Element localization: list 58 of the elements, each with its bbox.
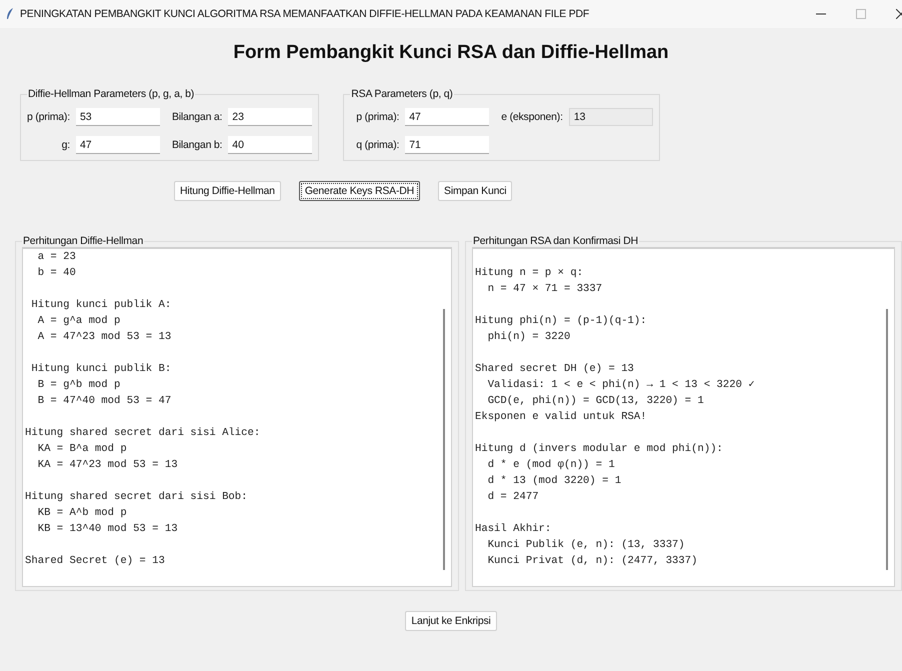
field-label: p (prima):: [355, 111, 400, 123]
output-line: Hitung shared secret dari sisi Alice:: [25, 426, 262, 441]
output-line: Hitung shared secret dari sisi Bob:: [25, 490, 249, 505]
input-field[interactable]: 47: [405, 108, 490, 126]
window-title: PENINGKATAN PEMBANGKIT KUNCI ALGORITMA RSA MEMANFAATKAN DIFFIE-HELLMAN PADA KEAMANAN FILE PDF: [20, 8, 590, 20]
output-line: b = 40: [36, 266, 77, 281]
output-line: Hitung kunci publik B:: [30, 362, 172, 377]
output-line: Hasil Akhir:: [474, 522, 552, 537]
maximize-icon[interactable]: [856, 9, 866, 19]
output-line: a = 23: [36, 250, 77, 265]
panel-title: Perhitungan RSA dan Konfirmasi DH: [472, 235, 639, 247]
action-button[interactable]: Hitung Diffie-Hellman: [174, 181, 281, 201]
field-label: g:: [60, 139, 70, 151]
output-line: B = g^b mod p: [36, 378, 122, 393]
scrollbar-thumb[interactable]: [886, 309, 888, 570]
input-field[interactable]: 23: [228, 108, 312, 126]
field-label: p (prima):: [27, 111, 70, 123]
output-line: Hitung kunci publik A:: [30, 298, 172, 313]
output-line: KA = 47^23 mod 53 = 13: [36, 458, 179, 473]
output-line: Validasi: 1 < e < phi(n) → 1 < 13 < 3220 ✓: [486, 378, 756, 393]
field-label: Bilangan b:: [172, 139, 222, 151]
output-line: d = 2477: [486, 490, 540, 505]
output-line: n = 47 × 71 = 3337: [486, 282, 604, 297]
output-line: KA = B^a mod p: [36, 442, 128, 457]
output-line: Hitung n = p × q:: [474, 266, 584, 281]
input-field[interactable]: 53: [76, 108, 160, 126]
output-line: Hitung d (invers modular e mod phi(n)):: [474, 442, 724, 457]
output-line: A = 47^23 mod 53 = 13: [36, 330, 172, 345]
output-line: phi(n) = 3220: [486, 330, 572, 345]
output-line: Kunci Publik (e, n): (13, 3337): [486, 538, 686, 553]
output-line: d * 13 (mod 3220) = 1: [486, 474, 622, 489]
feather-icon: [6, 8, 14, 20]
action-button[interactable]: Generate Keys RSA-DH: [298, 181, 420, 201]
output-line: KB = 13^40 mod 53 = 13: [36, 522, 179, 537]
field-label: e (eksponen):: [501, 111, 563, 123]
action-button[interactable]: Simpan Kunci: [438, 181, 512, 201]
output-line: Kunci Privat (d, n): (2477, 3337): [486, 554, 698, 569]
output-line: A = g^a mod p: [36, 314, 122, 329]
output-line: Hitung phi(n) = (p-1)(q-1):: [474, 314, 648, 329]
group-title: RSA Parameters (p, q): [350, 88, 454, 100]
input-field[interactable]: 13: [568, 108, 653, 126]
output-line: GCD(e, phi(n)) = GCD(13, 3220) = 1: [486, 394, 705, 409]
output-line: Shared Secret (e) = 13: [25, 554, 166, 569]
panel-title: Perhitungan Diffie-Hellman: [22, 235, 144, 247]
form-heading: Form Pembangkit Kunci RSA dan Diffie-Hellman: [233, 42, 669, 64]
input-field[interactable]: 71: [405, 136, 490, 154]
input-field[interactable]: 47: [76, 136, 160, 154]
output-line: Eksponen e valid untuk RSA!: [474, 410, 648, 425]
next-button[interactable]: Lanjut ke Enkripsi: [405, 611, 497, 631]
output-line: d * e (mod φ(n)) = 1: [486, 458, 616, 473]
scrollbar-thumb[interactable]: [442, 309, 445, 570]
group-title: Diffie-Hellman Parameters (p, g, a, b): [27, 88, 196, 100]
output-line: Shared secret DH (e) = 13: [474, 362, 635, 377]
output-line: KB = A^b mod p: [36, 506, 128, 521]
field-label: q (prima):: [356, 139, 400, 151]
output-line: B = 47^40 mod 53 = 47: [36, 394, 172, 409]
field-label: Bilangan a:: [172, 111, 222, 123]
input-field[interactable]: 40: [228, 136, 312, 154]
